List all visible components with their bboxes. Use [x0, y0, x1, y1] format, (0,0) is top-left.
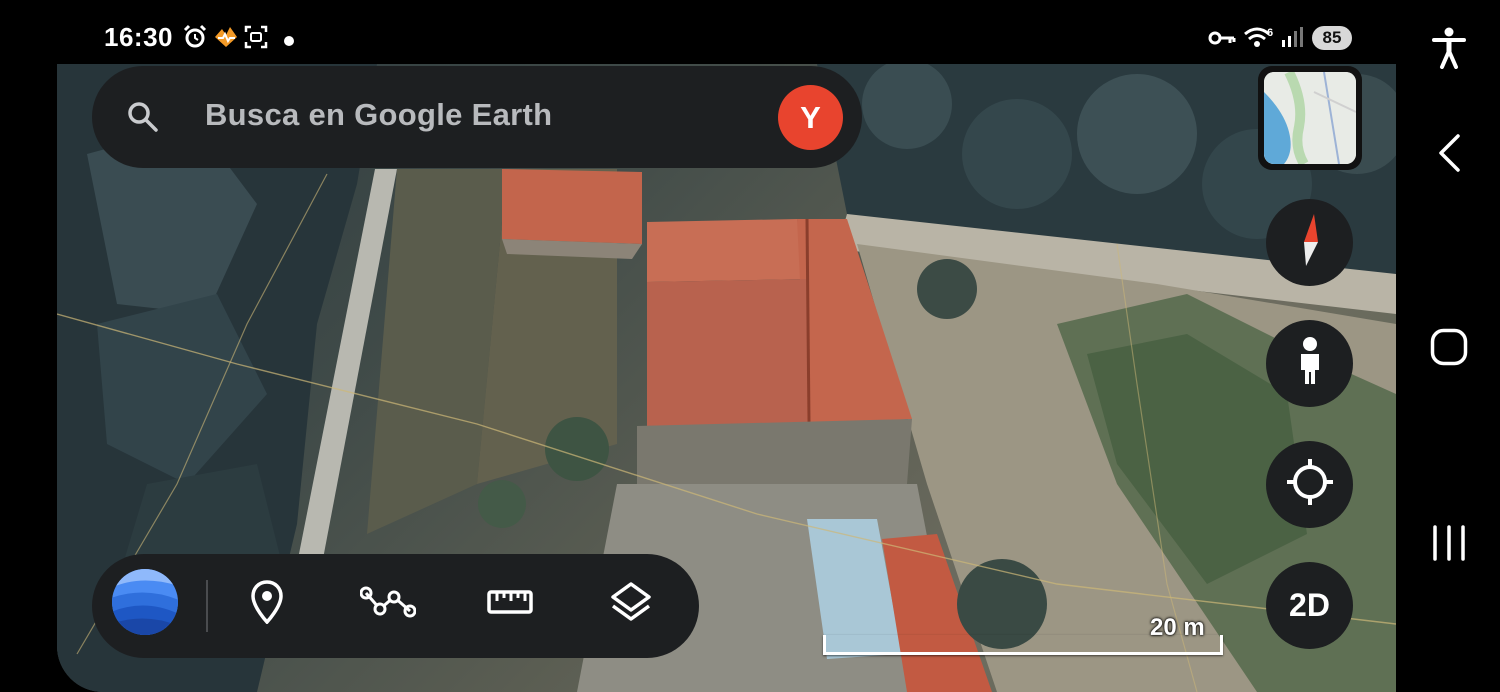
add-place-button[interactable]: [238, 552, 296, 656]
svg-text:6: 6: [1267, 27, 1273, 39]
minimap-button[interactable]: [1258, 66, 1362, 170]
measure-button[interactable]: [482, 552, 538, 656]
search-input[interactable]: Busca en Google Earth: [205, 97, 552, 133]
view-mode-label: 2D: [1289, 587, 1330, 623]
recents-icon: [1431, 524, 1467, 566]
back-button[interactable]: [1398, 128, 1500, 182]
vpn-key-icon: [1208, 30, 1236, 51]
compass-button[interactable]: [1266, 199, 1353, 286]
place-pin-icon: [250, 579, 284, 629]
toolbar-divider: [206, 580, 208, 632]
back-icon: [1436, 133, 1462, 178]
compass-icon: [1290, 210, 1330, 275]
search-icon[interactable]: [126, 100, 160, 139]
minimap-icon: [1264, 72, 1356, 164]
battery-indicator: 85: [1312, 26, 1352, 50]
location-target-icon: [1285, 457, 1335, 512]
activity-icon: [212, 24, 240, 55]
screenshot-icon: [243, 24, 269, 55]
pegman-icon: [1294, 336, 1326, 391]
street-view-button[interactable]: [1266, 320, 1353, 407]
account-avatar[interactable]: Y: [778, 85, 843, 150]
view-mode-toggle-button[interactable]: 2D: [1266, 562, 1353, 649]
earth-menu-button[interactable]: [108, 552, 182, 656]
home-button[interactable]: [1398, 322, 1500, 376]
scale-bar: [823, 635, 1223, 655]
home-icon: [1430, 328, 1468, 371]
wifi-icon: 6: [1243, 24, 1277, 55]
alarm-icon: [182, 24, 208, 55]
layers-button[interactable]: [604, 552, 658, 656]
status-bar: 16:30 6 85: [0, 0, 1400, 64]
recents-button[interactable]: [1398, 518, 1500, 572]
path-icon: [359, 585, 417, 624]
my-location-button[interactable]: [1266, 441, 1353, 528]
accessibility-button[interactable]: [1398, 26, 1500, 74]
earth-logo-icon: [111, 568, 179, 641]
accessibility-icon: [1432, 27, 1466, 74]
system-navigation-bar: [1398, 0, 1500, 692]
notification-dot-icon: [284, 33, 294, 51]
status-time: 16:30: [104, 22, 173, 52]
draw-path-button[interactable]: [355, 552, 421, 656]
layers-icon: [609, 580, 653, 629]
signal-icon: [1281, 26, 1303, 53]
ruler-icon: [487, 588, 533, 621]
